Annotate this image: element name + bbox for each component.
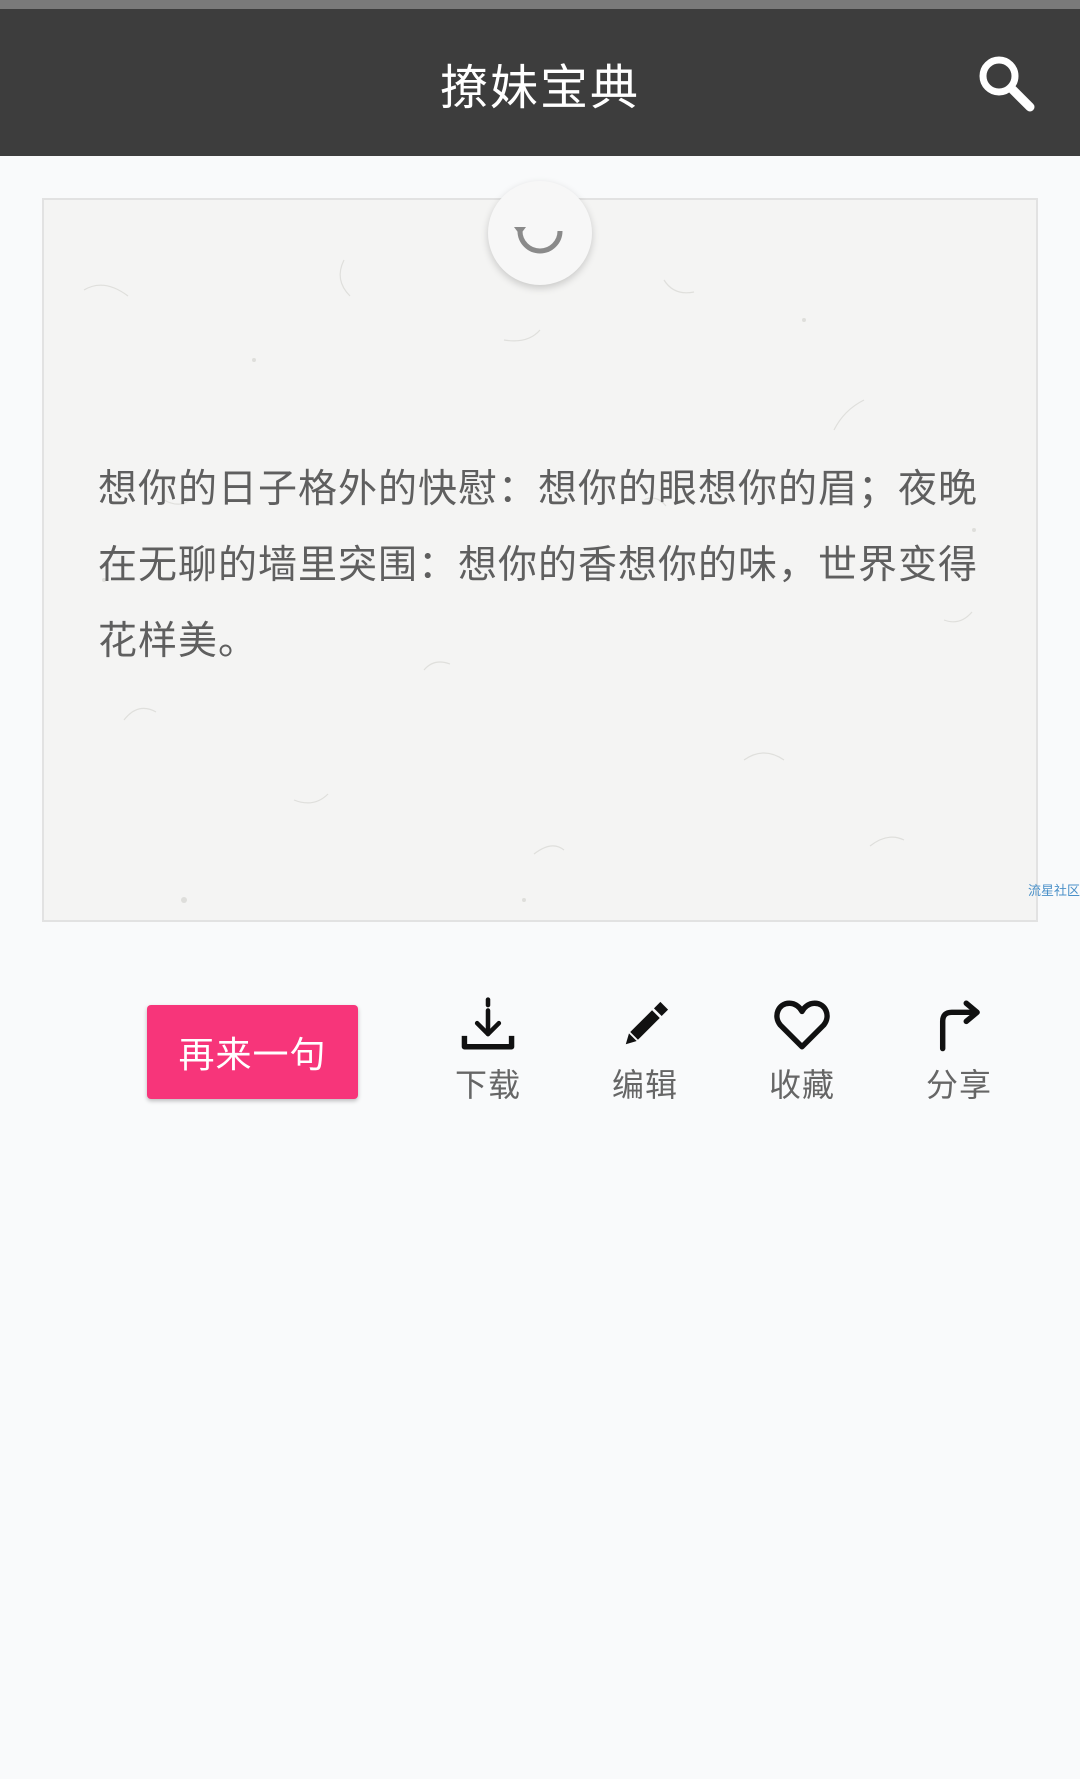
search-icon[interactable] [974, 51, 1038, 115]
favorite-label: 收藏 [768, 1066, 835, 1104]
refresh-icon [514, 227, 563, 254]
edit-button[interactable]: 编辑 [585, 996, 705, 1106]
share-label: 分享 [925, 1066, 992, 1104]
page-title: 撩妹宝典 [439, 59, 640, 116]
refresh-button[interactable] [488, 181, 592, 285]
app-bar: 撩妹宝典 [0, 9, 1080, 156]
pencil-icon [625, 1001, 669, 1045]
watermark: 流星社区 [1028, 884, 1080, 899]
download-label: 下载 [454, 1066, 521, 1104]
another-quote-button[interactable]: 再来一句 [147, 1005, 358, 1099]
favorite-button[interactable]: 收藏 [742, 996, 862, 1106]
download-icon [461, 997, 515, 1050]
quote-text: 想你的日子格外的快慰：想你的眼想你的眉；夜晚在无聊的墙里突围：想你的香想你的味，… [98, 467, 979, 664]
share-icon [939, 1000, 980, 1052]
share-button[interactable]: 分享 [899, 996, 1019, 1106]
heart-icon [774, 1000, 830, 1050]
status-bar-strip [0, 0, 1080, 9]
edit-label: 编辑 [611, 1066, 678, 1104]
download-button[interactable]: 下载 [428, 996, 548, 1106]
quote-card: 想你的日子格外的快慰：想你的眼想你的眉；夜晚在无聊的墙里突围：想你的香想你的味，… [42, 198, 1038, 922]
